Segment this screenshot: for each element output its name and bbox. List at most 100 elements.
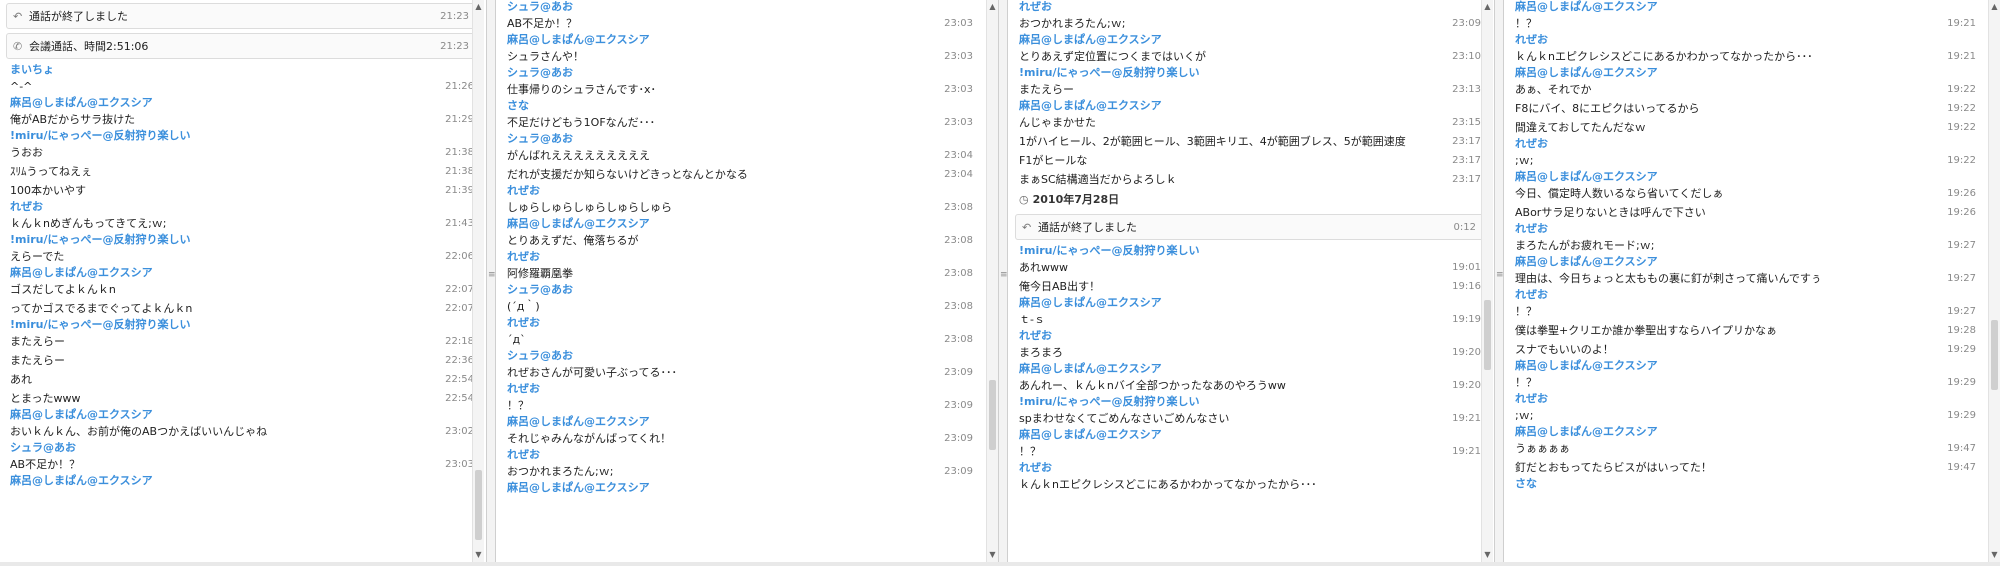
chat-message: 麻呂@しまぱん@エクスシア ！？ 19:29 [1505, 359, 1988, 392]
sender-name[interactable]: 麻呂@しまぱん@エクスシア [10, 408, 480, 422]
sender-name[interactable]: れぜお [507, 448, 979, 462]
sender-name[interactable]: !miru/にゃっぺー@反射狩り楽しい [10, 318, 480, 332]
chat-message: 麻呂@しまぱん@エクスシア とりあえず定位置につくまではいくが 23:10 [1009, 33, 1493, 66]
sender-name[interactable]: シュラ@あお [507, 283, 979, 297]
scroll-thumb[interactable] [989, 380, 996, 450]
sender-name[interactable]: 麻呂@しまぱん@エクスシア [1515, 0, 1982, 14]
sender-name[interactable]: れぜお [1515, 137, 1982, 151]
sender-name[interactable]: れぜお [1019, 329, 1487, 343]
scrollbar[interactable]: ▲ ▼ [1988, 0, 2000, 562]
sender-name[interactable]: れぜお [1515, 288, 1982, 302]
sender-name[interactable]: 麻呂@しまぱん@エクスシア [1019, 362, 1487, 376]
message-text: またえらー [10, 335, 65, 348]
scroll-up-arrow-icon[interactable]: ▲ [987, 2, 998, 12]
chat-message: れぜお まろたんがお疲れモード;ｗ; 19:27 [1505, 222, 1988, 255]
sender-name[interactable]: !miru/にゃっぺー@反射狩り楽しい [10, 233, 480, 247]
scroll-down-arrow-icon[interactable]: ▼ [473, 550, 484, 560]
call-status-text: 会議通話、時間2:51:06 [29, 40, 149, 53]
scroll-down-arrow-icon[interactable]: ▼ [987, 550, 998, 560]
scrollbar[interactable]: ▲ ▼ [986, 0, 998, 562]
message-text: AB不足か！？ [507, 17, 578, 30]
sender-name[interactable]: シュラ@あお [507, 0, 979, 14]
scroll-thumb[interactable] [475, 470, 482, 540]
chat-message: 麻呂@しまぱん@エクスシア [497, 481, 985, 495]
chat-message: 麻呂@しまぱん@エクスシア シュラさんや！ 23:03 [497, 33, 985, 66]
pane-splitter[interactable]: ≡ [1494, 0, 1504, 566]
sender-name[interactable]: 麻呂@しまぱん@エクスシア [1019, 33, 1487, 47]
sender-name[interactable]: れぜお [507, 250, 979, 264]
pane-splitter[interactable]: ≡ [998, 0, 1008, 566]
horizontal-scrollbar[interactable] [0, 562, 2000, 566]
timestamp: 22:36 [445, 355, 474, 366]
timestamp: 23:02 [445, 426, 474, 437]
sender-name[interactable]: れぜお [1019, 461, 1487, 475]
scroll-thumb[interactable] [1991, 320, 1998, 390]
sender-name[interactable]: 麻呂@しまぱん@エクスシア [1019, 99, 1487, 113]
chat-pane-1[interactable]: ↶ 通話が終了しました 21:23 ✆ 会議通話、時間2:51:06 21:23 まいちょ ^… [0, 0, 486, 562]
scrollbar[interactable]: ▲ ▼ [472, 0, 484, 562]
message-line: 俺がABだからサラ抜けた 21:29 [10, 110, 480, 129]
sender-name[interactable]: 麻呂@しまぱん@エクスシア [10, 474, 480, 488]
sender-name[interactable]: れぜお [1019, 0, 1487, 14]
sender-name[interactable]: シュラ@あお [507, 349, 979, 363]
sender-name[interactable]: 麻呂@しまぱん@エクスシア [507, 481, 979, 495]
timestamp: 19:21 [1452, 446, 1481, 457]
timestamp: 23:04 [944, 150, 973, 161]
sender-name[interactable]: !miru/にゃっぺー@反射狩り楽しい [10, 129, 480, 143]
message-line: あぁ、それでか 19:22 [1515, 80, 1982, 99]
sender-name[interactable]: れぜお [507, 316, 979, 330]
sender-name[interactable]: 麻呂@しまぱん@エクスシア [507, 217, 979, 231]
chat-pane-3[interactable]: れぜお おつかれまろたん;ｗ; 23:09 麻呂@しまぱん@エクスシア とりあえず定位置… [1009, 0, 1493, 562]
pane-splitter[interactable]: ≡ [486, 0, 496, 566]
scroll-thumb[interactable] [1484, 300, 1491, 370]
sender-name[interactable]: 麻呂@しまぱん@エクスシア [1019, 428, 1487, 442]
message-line: AB不足か！？ 23:03 [10, 455, 480, 474]
sender-name[interactable]: 麻呂@しまぱん@エクスシア [1515, 359, 1982, 373]
sender-name[interactable]: シュラ@あお [10, 441, 480, 455]
sender-name[interactable]: シュラ@あお [507, 132, 979, 146]
sender-name[interactable]: れぜお [507, 184, 979, 198]
sender-name[interactable]: れぜお [1515, 33, 1982, 47]
sender-name[interactable]: れぜお [10, 200, 480, 214]
message-text: おつかれまろたん;ｗ; [507, 465, 614, 478]
sender-name[interactable]: !miru/にゃっぺー@反射狩り楽しい [1019, 66, 1487, 80]
sender-name[interactable]: 麻呂@しまぱん@エクスシア [10, 96, 480, 110]
sender-name[interactable]: 麻呂@しまぱん@エクスシア [10, 266, 480, 280]
sender-name[interactable]: れぜお [507, 382, 979, 396]
sender-name[interactable]: 麻呂@しまぱん@エクスシア [507, 415, 979, 429]
message-text: ！？ [1019, 445, 1041, 458]
sender-name[interactable]: れぜお [1515, 222, 1982, 236]
sender-name[interactable]: さな [507, 99, 979, 113]
chat-pane-4[interactable]: 麻呂@しまぱん@エクスシア ！？ 19:21 れぜお ｋんｋnエピクレシスどこにあるかわ… [1505, 0, 1988, 562]
scroll-up-arrow-icon[interactable]: ▲ [1989, 2, 2000, 12]
sender-name[interactable]: まいちょ [10, 63, 480, 77]
message-text: 間違えておしてたんだなｗ [1515, 121, 1646, 134]
sender-name[interactable]: !miru/にゃっぺー@反射狩り楽しい [1019, 395, 1487, 409]
timestamp: 21:23 [440, 41, 469, 52]
timestamp: 19:21 [1947, 18, 1976, 29]
sender-name[interactable]: 麻呂@しまぱん@エクスシア [1515, 66, 1982, 80]
message-line: まろたんがお疲れモード;ｗ; 19:27 [1515, 236, 1982, 255]
message-text: ！？ [1515, 376, 1537, 389]
scroll-down-arrow-icon[interactable]: ▼ [1482, 550, 1493, 560]
scroll-up-arrow-icon[interactable]: ▲ [1482, 2, 1493, 12]
sender-name[interactable]: 麻呂@しまぱん@エクスシア [1515, 255, 1982, 269]
sender-name[interactable]: !miru/にゃっぺー@反射狩り楽しい [1019, 244, 1487, 258]
sender-name[interactable]: 麻呂@しまぱん@エクスシア [1019, 296, 1487, 310]
sender-name[interactable]: シュラ@あお [507, 66, 979, 80]
sender-name[interactable]: 麻呂@しまぱん@エクスシア [1515, 170, 1982, 184]
sender-name[interactable]: さな [1515, 477, 1982, 491]
sender-name[interactable]: 麻呂@しまぱん@エクスシア [507, 33, 979, 47]
scroll-up-arrow-icon[interactable]: ▲ [473, 2, 484, 12]
message-line: とまったwww 22:54 [10, 389, 480, 408]
chat-message: シュラ@あお れぜおさんが可愛い子ぶってる･･･ 23:09 [497, 349, 985, 382]
scrollbar[interactable]: ▲ ▼ [1481, 0, 1493, 562]
timestamp: 23:15 [1452, 117, 1481, 128]
sender-name[interactable]: れぜお [1515, 392, 1982, 406]
message-text: 俺がABだからサラ抜けた [10, 113, 136, 126]
sender-name[interactable]: 麻呂@しまぱん@エクスシア [1515, 425, 1982, 439]
message-text: ｋんｋnエピクレシスどこにあるかわかってなかったから･･･ [1515, 50, 1813, 63]
scroll-down-arrow-icon[interactable]: ▼ [1989, 550, 2000, 560]
chat-pane-2[interactable]: シュラ@あお AB不足か！？ 23:03 麻呂@しまぱん@エクスシア シュラさんや！ 23… [497, 0, 985, 562]
timestamp: 19:27 [1947, 240, 1976, 251]
